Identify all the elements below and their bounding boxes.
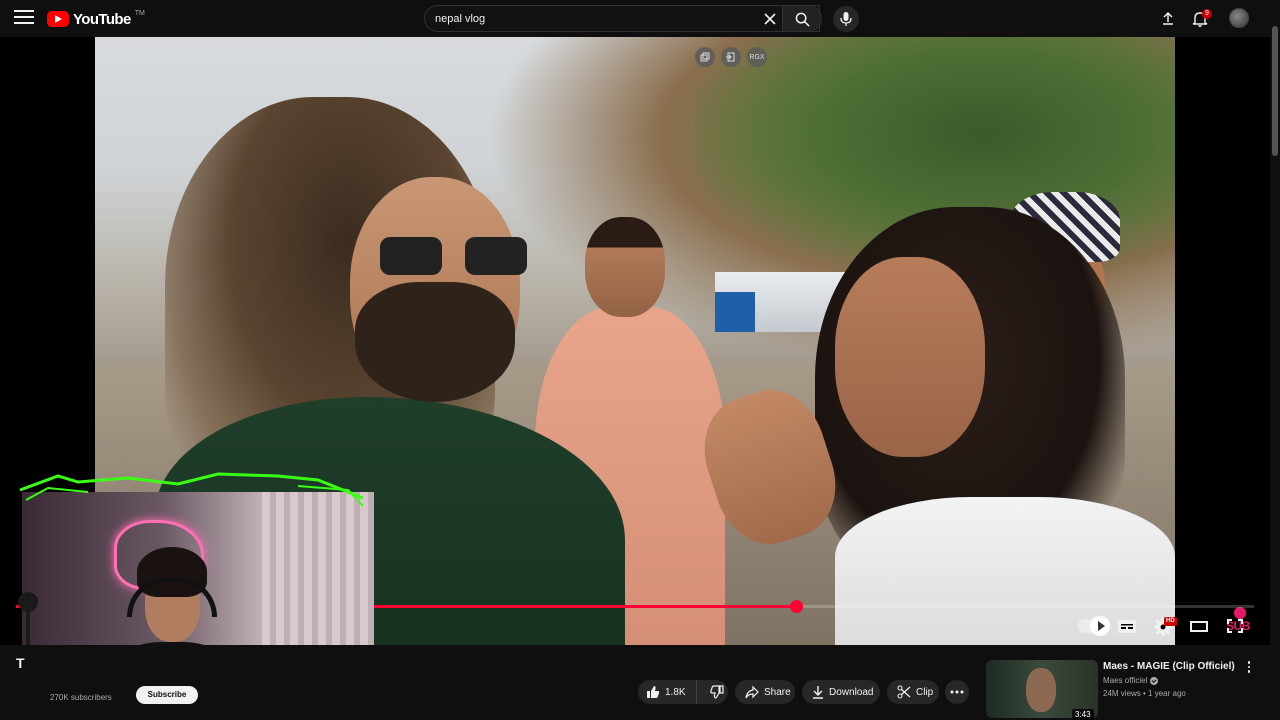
rgx-icon[interactable]: RGX	[747, 47, 767, 67]
scrubber-handle[interactable]	[789, 600, 803, 613]
video-duration: 3:43	[1072, 709, 1094, 720]
hd-badge: HD	[1164, 617, 1177, 626]
like-count: 1.8K	[665, 686, 686, 698]
download-icon	[813, 686, 823, 699]
search-input[interactable]	[435, 10, 755, 28]
subscribe-button[interactable]: Subscribe	[136, 686, 198, 704]
search-icon	[795, 12, 810, 27]
more-vertical-icon[interactable]	[1244, 661, 1254, 675]
download-label: Download	[829, 686, 874, 698]
export-icon[interactable]	[721, 47, 741, 67]
youtube-logo[interactable]: YouTube TM	[47, 9, 145, 29]
avatar[interactable]	[1229, 8, 1249, 28]
scissors-icon	[897, 685, 911, 699]
search-button[interactable]	[782, 5, 822, 32]
dislike-button[interactable]	[702, 680, 732, 704]
scene-person-woman-glasses	[795, 207, 1175, 645]
share-icon	[745, 685, 759, 699]
subtitles-icon[interactable]	[1116, 616, 1140, 638]
upload-icon[interactable]	[1158, 9, 1178, 29]
subscriber-count: 270K subscribers	[50, 693, 112, 702]
clip-label: Clip	[916, 686, 934, 698]
voice-search-button[interactable]	[833, 6, 859, 32]
search-box	[424, 5, 820, 32]
more-horizontal-icon	[950, 690, 964, 694]
share-button[interactable]: Share	[735, 680, 795, 704]
page-scrollbar[interactable]	[1270, 0, 1280, 720]
recommended-meta: 24M views • 1 year ago	[1103, 689, 1186, 698]
masthead: YouTube TM 9	[0, 0, 1280, 37]
verified-icon	[1150, 676, 1159, 685]
recommended-channel[interactable]: Maes officiel	[1103, 676, 1159, 685]
microphone-icon	[840, 12, 852, 26]
video-title: T	[16, 655, 25, 671]
player-overlay-icons: RGX	[695, 47, 767, 67]
more-actions-button[interactable]	[945, 680, 969, 704]
microphone-arm	[18, 592, 38, 650]
autoplay-play-icon	[1090, 616, 1110, 636]
like-dislike-group: 1.8K	[638, 680, 728, 704]
download-button[interactable]: Download	[802, 680, 880, 704]
thumbs-down-icon	[709, 685, 724, 699]
logo-trademark: TM	[134, 9, 145, 17]
autoplay-toggle[interactable]	[1078, 616, 1110, 636]
like-button[interactable]: 1.8K	[638, 680, 697, 704]
logo-text: YouTube	[73, 10, 131, 28]
theater-mode-icon[interactable]	[1188, 616, 1212, 638]
scroll-thumb[interactable]	[1272, 26, 1278, 156]
channel-name: Maes officiel	[1103, 676, 1148, 685]
notification-badge: 9	[1202, 9, 1212, 19]
close-icon[interactable]	[761, 10, 779, 28]
youtube-play-icon	[47, 11, 69, 27]
copy-icon[interactable]	[695, 47, 715, 67]
fullscreen-icon[interactable]	[1224, 616, 1248, 638]
recommended-title[interactable]: Maes - MAGIE (Clip Officiel)	[1103, 661, 1235, 672]
menu-icon[interactable]	[14, 10, 34, 26]
thumbs-up-icon	[647, 686, 660, 698]
share-label: Share	[764, 686, 791, 698]
clip-button[interactable]: Clip	[887, 680, 939, 704]
